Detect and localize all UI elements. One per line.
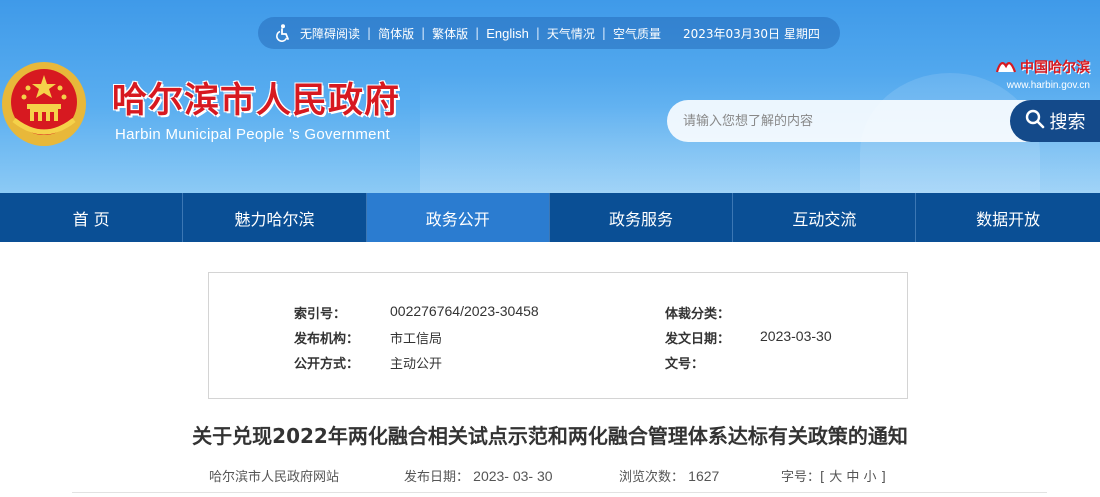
english-link[interactable]: English	[486, 26, 529, 41]
separator: |	[367, 26, 372, 40]
separator: |	[475, 26, 480, 40]
article-title: 关于兑现2022年两化融合相关试点示范和两化融合管理体系达标有关政策的通知	[192, 424, 908, 448]
site-subtitle: Harbin Municipal People 's Government	[115, 126, 390, 143]
issue-date-value: 2023-03-30	[760, 328, 832, 344]
divider	[72, 492, 1047, 493]
separator: |	[601, 26, 606, 40]
publish-date-value: 2023- 03- 30	[473, 468, 553, 484]
simplified-link[interactable]: 简体版	[378, 25, 414, 42]
document-number-label: 文号：	[665, 357, 705, 372]
nav-item-government-services[interactable]: 政务服务	[550, 193, 734, 242]
publish-date-group: 发布日期： 2023- 03- 30	[404, 466, 553, 485]
view-count-group: 浏览次数： 1627	[619, 466, 719, 485]
current-date: 2023年03月30日 星期四	[682, 26, 820, 41]
document-info-box: 索引号： 002276764/2023-30458 体裁分类： 发布机构： 市工…	[208, 272, 908, 399]
font-size-small-button[interactable]: 小	[864, 470, 877, 485]
separator: |	[535, 26, 540, 40]
search-icon	[1025, 109, 1045, 134]
separator: |	[421, 26, 426, 40]
disclosure-label: 公开方式：	[294, 357, 360, 372]
accessibility-link[interactable]: 无障碍阅读	[300, 25, 360, 42]
view-count-label: 浏览次数：	[619, 470, 685, 485]
site-title: 哈尔滨市人民政府	[112, 80, 401, 121]
harbin-brand-logo[interactable]: 中国哈尔滨 www.harbin.gov.cn	[995, 56, 1090, 91]
brand-url: www.harbin.gov.cn	[1006, 80, 1090, 91]
nav-item-government-affairs-disclosure[interactable]: 政务公开	[366, 193, 550, 242]
view-count-value: 1627	[688, 468, 720, 484]
font-size-large-button[interactable]: 大	[829, 470, 842, 485]
main-navigation: 首 页 魅力哈尔滨 政务公开 政务服务 互动交流 数据开放	[0, 193, 1100, 242]
index-value: 002276764/2023-30458	[390, 303, 539, 319]
index-label: 索引号：	[294, 307, 347, 322]
top-utility-bar: 无障碍阅读 | 简体版 | 繁体版 | English | 天气情况 | 空气质…	[258, 17, 840, 49]
weather-link[interactable]: 天气情况	[547, 25, 595, 42]
nav-item-home[interactable]: 首 页	[0, 193, 184, 242]
brand-name: 中国哈尔滨	[1020, 60, 1090, 76]
publish-date-label: 发布日期：	[404, 470, 470, 485]
article-source: 哈尔滨市人民政府网站	[209, 470, 340, 485]
air-quality-link[interactable]: 空气质量	[613, 25, 661, 42]
nav-item-open-data[interactable]: 数据开放	[916, 193, 1099, 242]
search-button-label: 搜索	[1049, 112, 1086, 133]
font-size-close-bracket: ]	[880, 470, 886, 485]
traditional-link[interactable]: 繁体版	[432, 25, 468, 42]
search-bar: 搜索	[667, 100, 1100, 142]
nav-item-interaction[interactable]: 互动交流	[733, 193, 917, 242]
national-emblem-icon	[0, 58, 92, 150]
font-size-medium-button[interactable]: 中	[846, 470, 859, 485]
publisher-label: 发布机构：	[294, 332, 360, 347]
issue-date-label: 发文日期：	[665, 332, 731, 347]
disclosure-value: 主动公开	[390, 357, 443, 372]
accessibility-icon[interactable]	[272, 22, 294, 44]
city-logo-icon	[995, 56, 1017, 78]
search-input[interactable]	[667, 100, 997, 142]
publisher-value: 市工信局	[390, 332, 443, 347]
nav-item-charm-harbin[interactable]: 魅力哈尔滨	[183, 193, 367, 242]
font-size-label: 字号：[	[781, 470, 826, 485]
genre-label: 体裁分类：	[665, 307, 731, 322]
font-size-control: 字号：[ 大 中 小 ]	[781, 466, 886, 485]
search-button[interactable]: 搜索	[1010, 100, 1100, 142]
site-header: 无障碍阅读 | 简体版 | 繁体版 | English | 天气情况 | 空气质…	[0, 0, 1100, 193]
